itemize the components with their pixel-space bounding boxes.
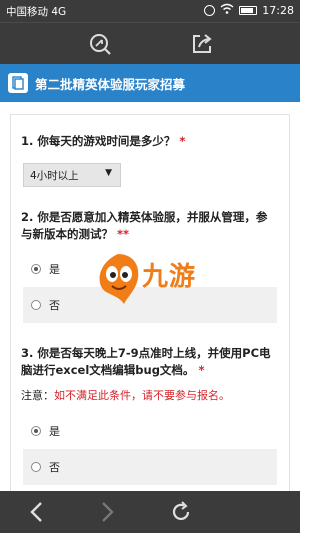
clock-time: 17:28: [262, 3, 294, 17]
question-3-text: 3. 你是否每天晚上7-9点准时上线，并使用PC电脑进行excel文档编辑bug…: [21, 346, 271, 377]
question-2-text: 2. 你是否愿意加入精英体验服，并服从管理，参与新版本的测试？: [21, 210, 268, 241]
share-icon[interactable]: [190, 32, 214, 56]
option-label: 是: [49, 425, 60, 438]
question-3: 3. 你是否每天晚上7-9点准时上线，并使用PC电脑进行excel文档编辑bug…: [21, 345, 277, 379]
radio-button[interactable]: [31, 462, 41, 472]
question-3-note: 注意：如不满足此条件，请不要参与报名。: [21, 387, 230, 403]
required-marker: *: [179, 134, 186, 148]
watermark-text: 九游: [142, 262, 197, 292]
status-bar: 中国移动 4G 17:28: [0, 0, 300, 22]
question-3-option-no[interactable]: 否: [23, 449, 277, 485]
browser-bottom-bar: [0, 491, 300, 533]
battery-icon: [239, 5, 258, 15]
radio-button[interactable]: [31, 300, 41, 310]
carrier-label: 中国移动 4G: [6, 6, 67, 18]
alarm-icon: [204, 4, 216, 16]
play-time-select[interactable]: 4小时以上 ▼: [23, 163, 121, 187]
question-1-text: 1. 你每天的游戏时间是多少？: [21, 134, 176, 148]
jiuyou-mascot-icon: [99, 254, 139, 304]
back-icon[interactable]: [26, 501, 48, 523]
wifi-icon: [220, 3, 234, 17]
browser-toolbar: [0, 22, 300, 64]
jiuyou-watermark: 九游: [94, 250, 214, 310]
question-3-option-yes[interactable]: 是: [23, 413, 277, 449]
radio-button[interactable]: [31, 264, 41, 274]
question-1: 1. 你每天的游戏时间是多少？ *: [21, 133, 277, 150]
option-label: 否: [49, 299, 60, 312]
forward-icon[interactable]: [96, 501, 118, 523]
search-icon[interactable]: [88, 32, 112, 56]
required-marker: **: [117, 227, 130, 241]
refresh-icon[interactable]: [170, 501, 192, 523]
note-warning: 如不满足此条件，请不要参与报名。: [54, 389, 230, 402]
option-label: 否: [49, 461, 60, 474]
status-icons: 17:28: [199, 3, 294, 17]
page-title: 第二批精英体验服玩家招募: [35, 76, 186, 92]
page-banner: 第二批精英体验服玩家招募: [0, 64, 300, 102]
option-label: 是: [49, 263, 60, 276]
note-label: 注意：: [21, 389, 54, 402]
chevron-down-icon: ▼: [105, 168, 112, 178]
select-value: 4小时以上: [30, 170, 79, 182]
question-2: 2. 你是否愿意加入精英体验服，并服从管理，参与新版本的测试？ **: [21, 209, 277, 243]
document-icon: [8, 73, 28, 93]
radio-button[interactable]: [31, 426, 41, 436]
required-marker: *: [198, 363, 205, 377]
